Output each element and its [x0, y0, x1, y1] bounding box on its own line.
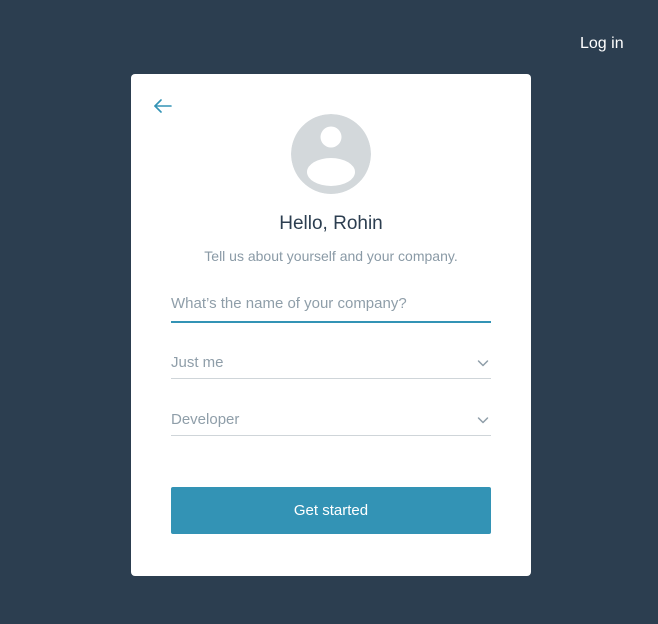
arrow-left-icon: [154, 99, 172, 113]
greeting-subtitle: Tell us about yourself and your company.: [204, 248, 458, 264]
greeting-title: Hello, Rohin: [279, 213, 383, 234]
team-size-value: Just me: [171, 354, 224, 371]
company-name-input[interactable]: [171, 289, 491, 323]
role-select[interactable]: Developer: [171, 406, 491, 436]
back-button[interactable]: [153, 96, 173, 116]
get-started-button[interactable]: Get started: [171, 487, 491, 534]
company-name-field: [171, 289, 491, 323]
login-link[interactable]: Log in: [580, 35, 624, 53]
onboarding-card: Hello, Rohin Tell us about yourself and …: [131, 74, 531, 576]
role-value: Developer: [171, 411, 240, 428]
chevron-down-icon: [477, 360, 489, 367]
chevron-down-icon: [477, 417, 489, 424]
user-avatar-icon: [291, 114, 371, 194]
team-size-select[interactable]: Just me: [171, 349, 491, 379]
